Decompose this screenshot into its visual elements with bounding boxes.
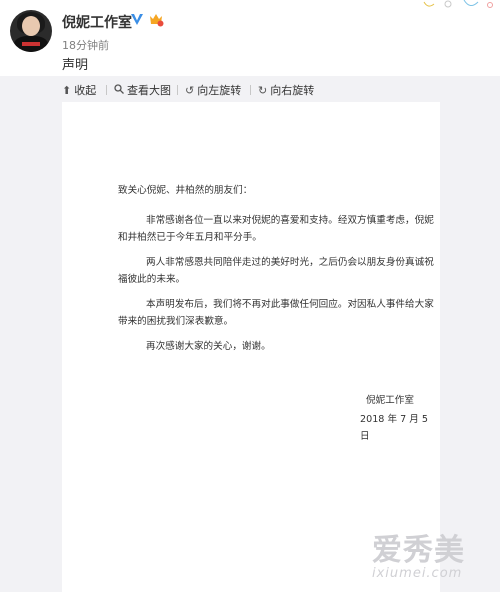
statement-line: 福彼此的未来。 [118, 274, 186, 285]
avatar[interactable] [10, 10, 52, 52]
collapse-label: 收起 [74, 84, 97, 97]
statement-line: 本声明发布后，我们将不再对此事做任何回应。对因私人事件给大家 [146, 299, 434, 310]
collapse-button[interactable]: ⬆ 收起 [62, 82, 96, 98]
search-icon [114, 83, 124, 97]
rotate-left-button[interactable]: ↺ 向左旋转 [185, 82, 241, 98]
statement-salutation: 致关心倪妮、井柏然的朋友们： [118, 185, 253, 196]
statement-date: 2018 年 7 月 5 日 [360, 414, 429, 442]
rotate-right-label: 向右旋转 [270, 84, 315, 97]
statement-line: 两人非常感恩共同陪伴走过的美好时光，之后仍会以朋友身份真诚祝 [146, 257, 434, 268]
statement-image[interactable]: 致关心倪妮、井柏然的朋友们： 非常感谢各位一直以来对倪妮的喜爱和支持。经双方慎重… [62, 102, 440, 592]
rotate-right-icon: ↻ [258, 83, 268, 97]
post-text: 声明 [62, 58, 89, 73]
watermark-url: ixiumei.com [372, 566, 463, 581]
statement-signature: 倪妮工作室 [366, 395, 414, 406]
view-large-button[interactable]: 查看大图 [114, 82, 171, 98]
toolbar-divider [250, 85, 251, 95]
toolbar-divider [177, 85, 178, 95]
view-large-label: 查看大图 [127, 84, 171, 97]
post-timestamp[interactable]: 18分钟前 [62, 37, 109, 53]
toolbar-divider [106, 85, 107, 95]
author-name[interactable]: 倪妮工作室 [62, 12, 132, 32]
rotate-right-button[interactable]: ↻ 向右旋转 [258, 82, 314, 98]
vip-badge-icon[interactable] [148, 13, 164, 27]
post-header: 倪妮工作室 18分钟前 声明 [0, 0, 500, 76]
decorative-shapes-icon [423, 0, 493, 8]
statement-line: 带来的困扰我们深表歉意。 [118, 316, 234, 327]
verified-v-icon [131, 14, 143, 25]
image-viewer: 致关心倪妮、井柏然的朋友们： 非常感谢各位一直以来对倪妮的喜爱和支持。经双方慎重… [0, 102, 500, 592]
arrow-up-icon: ⬆ [62, 83, 72, 97]
rotate-left-label: 向左旋转 [197, 84, 242, 97]
statement-line: 和井柏然已于今年五月和平分手。 [118, 232, 262, 243]
image-toolbar: ⬆ 收起 查看大图 ↺ 向左旋转 ↻ 向右旋转 [0, 76, 500, 102]
statement-line: 再次感谢大家的关心，谢谢。 [146, 341, 271, 352]
watermark-logo: 爱秀美 [372, 533, 465, 568]
rotate-left-icon: ↺ [185, 83, 195, 97]
statement-line: 非常感谢各位一直以来对倪妮的喜爱和支持。经双方慎重考虑，倪妮 [146, 215, 434, 226]
